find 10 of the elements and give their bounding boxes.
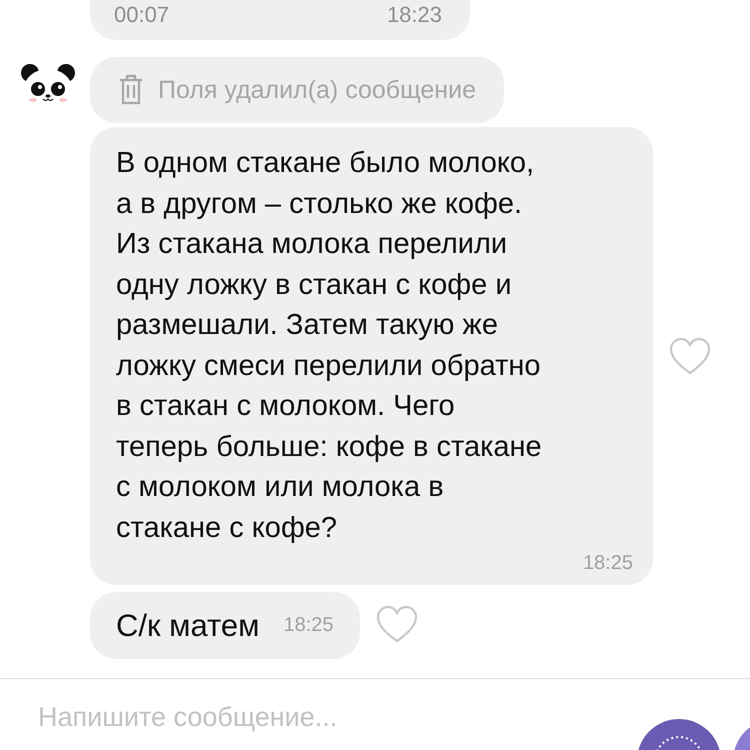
timestamp: 18:25 xyxy=(283,614,334,637)
message-text: С/к матем xyxy=(116,608,260,644)
timestamp: 18:23 xyxy=(386,2,442,28)
message-bubble[interactable]: С/к матем 18:25 xyxy=(90,592,360,659)
timestamp: 18:25 xyxy=(582,552,633,575)
message-input[interactable]: Напишите сообщение... xyxy=(38,702,598,733)
trash-icon xyxy=(118,74,144,106)
deleted-notice: Поля удалил(а) сообщение xyxy=(158,76,476,104)
message-text: В одном стакане было молоко, а в другом – столько же кофе. Из стакана молока перелили одну ложку в стакан с кофе и размешали. Затем такую же ложку смеси перелили обратно в стакан с молоком. Чего теперь больше: кофе в стакане с молоком или молока в стакане с кофе? xyxy=(116,146,543,546)
duration: 00:07 xyxy=(114,2,170,28)
